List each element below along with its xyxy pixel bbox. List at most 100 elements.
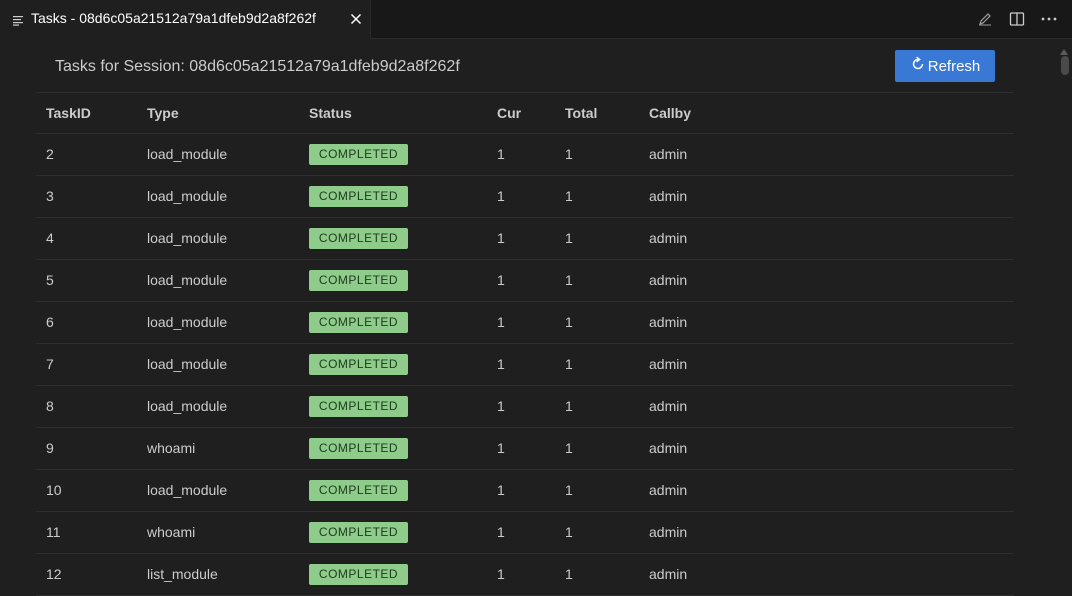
- status-badge: COMPLETED: [309, 353, 408, 375]
- task-callby: admin: [649, 217, 1014, 260]
- status-cell: COMPLETED: [309, 385, 497, 428]
- status-badge: COMPLETED: [309, 563, 408, 585]
- table-header-row: TaskID Type Status Cur Total Callby: [36, 93, 1014, 134]
- table-row[interactable]: 3 load_module COMPLETED 1 1 admin: [36, 175, 1014, 218]
- task-callby: admin: [649, 553, 1014, 596]
- task-cur: 1: [497, 469, 565, 512]
- table-row[interactable]: 10 load_module COMPLETED 1 1 admin: [36, 469, 1014, 512]
- column-header-callby[interactable]: Callby: [649, 93, 1014, 134]
- task-total: 1: [565, 469, 649, 512]
- task-total: 1: [565, 343, 649, 386]
- task-callby: admin: [649, 343, 1014, 386]
- edit-icon[interactable]: [974, 8, 996, 30]
- scroll-up-arrow-icon[interactable]: [1060, 43, 1068, 55]
- task-id: 2: [36, 133, 147, 176]
- task-id: 5: [36, 259, 147, 302]
- task-callby: admin: [649, 259, 1014, 302]
- task-callby: admin: [649, 469, 1014, 512]
- tasks-header: Tasks for Session: 08d6c05a21512a79a1dfe…: [36, 40, 1014, 93]
- task-total: 1: [565, 133, 649, 176]
- task-type: load_module: [147, 385, 309, 428]
- task-cur: 1: [497, 343, 565, 386]
- status-cell: COMPLETED: [309, 511, 497, 554]
- task-total: 1: [565, 259, 649, 302]
- status-badge: COMPLETED: [309, 437, 408, 459]
- table-row[interactable]: 2 load_module COMPLETED 1 1 admin: [36, 133, 1014, 176]
- task-type: load_module: [147, 301, 309, 344]
- tasks-view: Tasks for Session: 08d6c05a21512a79a1dfe…: [36, 40, 1014, 596]
- close-icon[interactable]: [348, 11, 364, 27]
- task-cur: 1: [497, 511, 565, 554]
- task-id: 4: [36, 217, 147, 260]
- status-badge: COMPLETED: [309, 521, 408, 543]
- table-row[interactable]: 11 whoami COMPLETED 1 1 admin: [36, 511, 1014, 554]
- task-cur: 1: [497, 259, 565, 302]
- task-type: whoami: [147, 427, 309, 470]
- status-cell: COMPLETED: [309, 469, 497, 512]
- task-cur: 1: [497, 133, 565, 176]
- task-type: load_module: [147, 469, 309, 512]
- task-type: load_module: [147, 217, 309, 260]
- status-cell: COMPLETED: [309, 343, 497, 386]
- status-cell: COMPLETED: [309, 217, 497, 260]
- preview-list-icon: [12, 13, 24, 26]
- task-cur: 1: [497, 217, 565, 260]
- task-cur: 1: [497, 385, 565, 428]
- split-editor-icon[interactable]: [1006, 8, 1028, 30]
- task-callby: admin: [649, 133, 1014, 176]
- page-title: Tasks for Session: 08d6c05a21512a79a1dfe…: [55, 58, 460, 75]
- task-cur: 1: [497, 175, 565, 218]
- task-callby: admin: [649, 301, 1014, 344]
- column-header-cur[interactable]: Cur: [497, 93, 565, 134]
- status-badge: COMPLETED: [309, 143, 408, 165]
- task-total: 1: [565, 385, 649, 428]
- task-total: 1: [565, 511, 649, 554]
- table-row[interactable]: 4 load_module COMPLETED 1 1 admin: [36, 217, 1014, 260]
- column-header-taskid[interactable]: TaskID: [36, 93, 147, 134]
- task-total: 1: [565, 301, 649, 344]
- table-row[interactable]: 8 load_module COMPLETED 1 1 admin: [36, 385, 1014, 428]
- table-row[interactable]: 5 load_module COMPLETED 1 1 admin: [36, 259, 1014, 302]
- table-row[interactable]: 12 list_module COMPLETED 1 1 admin: [36, 553, 1014, 596]
- task-id: 10: [36, 469, 147, 512]
- tasks-table: TaskID Type Status Cur Total Callby 2 loa…: [36, 93, 1014, 596]
- task-type: load_module: [147, 133, 309, 176]
- status-cell: COMPLETED: [309, 427, 497, 470]
- task-cur: 1: [497, 301, 565, 344]
- task-cur: 1: [497, 427, 565, 470]
- table-row[interactable]: 9 whoami COMPLETED 1 1 admin: [36, 427, 1014, 470]
- tab-tasks[interactable]: Tasks - 08d6c05a21512a79a1dfeb9d2a8f262f: [0, 0, 371, 39]
- scrollbar-thumb[interactable]: [1061, 56, 1069, 75]
- column-header-status[interactable]: Status: [309, 93, 497, 134]
- task-callby: admin: [649, 427, 1014, 470]
- task-total: 1: [565, 427, 649, 470]
- status-badge: COMPLETED: [309, 269, 408, 291]
- more-actions-icon[interactable]: [1038, 8, 1060, 30]
- status-badge: COMPLETED: [309, 479, 408, 501]
- status-cell: COMPLETED: [309, 133, 497, 176]
- editor-actions: [974, 8, 1060, 30]
- status-cell: COMPLETED: [309, 259, 497, 302]
- task-type: whoami: [147, 511, 309, 554]
- task-id: 3: [36, 175, 147, 218]
- task-id: 11: [36, 511, 147, 554]
- table-row[interactable]: 6 load_module COMPLETED 1 1 admin: [36, 301, 1014, 344]
- task-type: list_module: [147, 553, 309, 596]
- task-id: 12: [36, 553, 147, 596]
- refresh-label: Refresh: [927, 57, 981, 75]
- status-badge: COMPLETED: [309, 311, 408, 333]
- task-id: 9: [36, 427, 147, 470]
- status-badge: COMPLETED: [309, 395, 408, 417]
- refresh-button[interactable]: Refresh: [895, 50, 995, 82]
- task-callby: admin: [649, 511, 1014, 554]
- task-callby: admin: [649, 175, 1014, 218]
- column-header-type[interactable]: Type: [147, 93, 309, 134]
- column-header-total[interactable]: Total: [565, 93, 649, 134]
- status-cell: COMPLETED: [309, 175, 497, 218]
- status-badge: COMPLETED: [309, 185, 408, 207]
- task-total: 1: [565, 553, 649, 596]
- task-id: 8: [36, 385, 147, 428]
- task-id: 6: [36, 301, 147, 344]
- task-type: load_module: [147, 175, 309, 218]
- table-row[interactable]: 7 load_module COMPLETED 1 1 admin: [36, 343, 1014, 386]
